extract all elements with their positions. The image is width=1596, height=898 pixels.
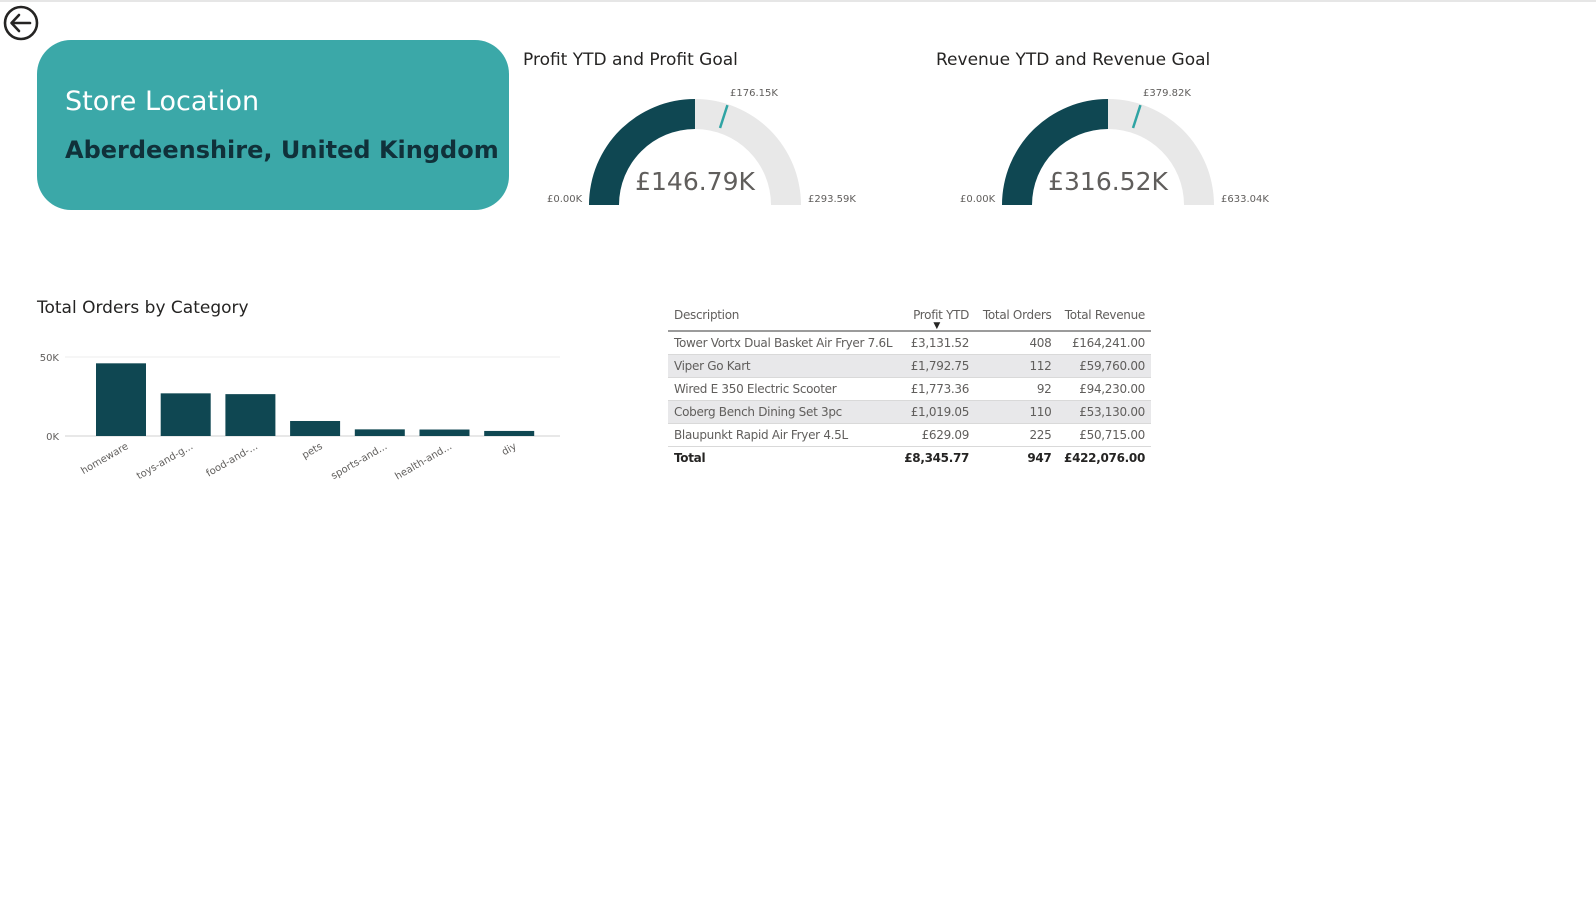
- y-tick-label: 0K: [46, 432, 59, 443]
- column-header-profit-ytd[interactable]: Profit YTD ▼: [898, 300, 976, 332]
- revenue-gauge-max: £633.04K: [1221, 194, 1269, 205]
- cell-description: Wired E 350 Electric Scooter: [668, 377, 899, 401]
- sort-descending-icon: ▼: [933, 321, 940, 331]
- revenue-gauge-title: Revenue YTD and Revenue Goal: [936, 50, 1211, 70]
- table-row[interactable]: Blaupunkt Rapid Air Fryer 4.5L £629.09 2…: [668, 423, 1151, 447]
- x-tick-label: health-and...: [393, 441, 454, 482]
- total-orders: 947: [975, 446, 1058, 469]
- cell-total-orders: 408: [975, 331, 1058, 355]
- cell-profit-ytd: £1,792.75: [898, 354, 976, 378]
- top-border: [0, 0, 1596, 2]
- cell-total-revenue: £164,241.00: [1057, 331, 1151, 355]
- cell-total-revenue: £53,130.00: [1057, 400, 1151, 424]
- back-button[interactable]: [2, 4, 40, 42]
- cell-total-orders: 92: [975, 377, 1058, 401]
- profit-gauge-max: £293.59K: [808, 194, 856, 205]
- revenue-gauge[interactable]: Revenue YTD and Revenue Goal £316.52K £0…: [936, 48, 1316, 218]
- total-label: Total: [668, 446, 899, 469]
- cell-description: Viper Go Kart: [668, 354, 899, 378]
- cell-total-orders: 110: [975, 400, 1058, 424]
- table-header-row: Description Profit YTD ▼ Total Orders To…: [668, 300, 1151, 332]
- profit-gauge-target: £176.15K: [730, 88, 778, 99]
- x-tick-label: food-and-...: [204, 441, 259, 479]
- orders-by-category-chart[interactable]: Total Orders by Category 50K 0K homeware to…: [30, 296, 570, 496]
- column-header-label: Profit YTD: [913, 308, 970, 322]
- cell-total-revenue: £94,230.00: [1057, 377, 1151, 401]
- cell-description: Blaupunkt Rapid Air Fryer 4.5L: [668, 423, 899, 447]
- store-location-title: Store Location: [65, 86, 260, 117]
- bar: [290, 420, 341, 436]
- products-table[interactable]: Description Profit YTD ▼ Total Orders To…: [668, 300, 1153, 469]
- table-row[interactable]: Tower Vortx Dual Basket Air Fryer 7.6L £…: [668, 331, 1151, 355]
- x-tick-label: sports-and...: [329, 441, 389, 482]
- table-row[interactable]: Viper Go Kart £1,792.75 112 £59,760.00: [668, 354, 1151, 378]
- profit-gauge-value: £146.79K: [635, 167, 755, 196]
- column-header-total-revenue[interactable]: Total Revenue: [1057, 300, 1151, 332]
- revenue-gauge-min: £0.00K: [960, 194, 996, 205]
- bar: [96, 363, 146, 436]
- revenue-gauge-value: £316.52K: [1048, 167, 1168, 196]
- x-tick-label: pets: [300, 441, 324, 461]
- profit-gauge-min: £0.00K: [547, 194, 583, 205]
- bar: [419, 429, 470, 436]
- x-tick-label: toys-and-g...: [135, 441, 195, 482]
- cell-total-orders: 112: [975, 354, 1058, 378]
- cell-total-orders: 225: [975, 423, 1058, 447]
- store-location-card: Store Location Aberdeenshire, United Kin…: [37, 40, 509, 210]
- x-tick-label: diy: [500, 441, 519, 458]
- profit-gauge-title: Profit YTD and Profit Goal: [523, 50, 738, 70]
- table-row[interactable]: Coberg Bench Dining Set 3pc £1,019.05 11…: [668, 400, 1151, 424]
- total-revenue: £422,076.00: [1057, 446, 1151, 469]
- profit-gauge[interactable]: Profit YTD and Profit Goal £146.79K £0.0…: [523, 48, 903, 218]
- bar: [354, 429, 405, 436]
- revenue-gauge-target: £379.82K: [1143, 88, 1191, 99]
- table-row[interactable]: Wired E 350 Electric Scooter £1,773.36 9…: [668, 377, 1151, 401]
- cell-total-revenue: £59,760.00: [1057, 354, 1151, 378]
- bar: [160, 393, 211, 436]
- cell-profit-ytd: £629.09: [898, 423, 976, 447]
- column-header-description[interactable]: Description: [668, 300, 899, 332]
- cell-profit-ytd: £1,019.05: [898, 400, 976, 424]
- y-tick-label: 50K: [40, 353, 60, 364]
- bar: [225, 394, 276, 436]
- column-header-total-orders[interactable]: Total Orders: [975, 300, 1058, 332]
- bar-chart-plot: 50K 0K homeware toys-and-g... food-and-... pe…: [40, 353, 560, 482]
- store-location-value: Aberdeenshire, United Kingdom: [65, 136, 499, 164]
- cell-description: Coberg Bench Dining Set 3pc: [668, 400, 899, 424]
- x-tick-label: homeware: [79, 441, 130, 477]
- bar: [484, 430, 535, 436]
- cell-description: Tower Vortx Dual Basket Air Fryer 7.6L: [668, 331, 899, 355]
- table-total-row: Total £8,345.77 947 £422,076.00: [668, 446, 1151, 469]
- cell-profit-ytd: £1,773.36: [898, 377, 976, 401]
- cell-profit-ytd: £3,131.52: [898, 331, 976, 355]
- total-profit-ytd: £8,345.77: [898, 446, 976, 469]
- cell-total-revenue: £50,715.00: [1057, 423, 1151, 447]
- back-arrow-icon: [3, 5, 39, 41]
